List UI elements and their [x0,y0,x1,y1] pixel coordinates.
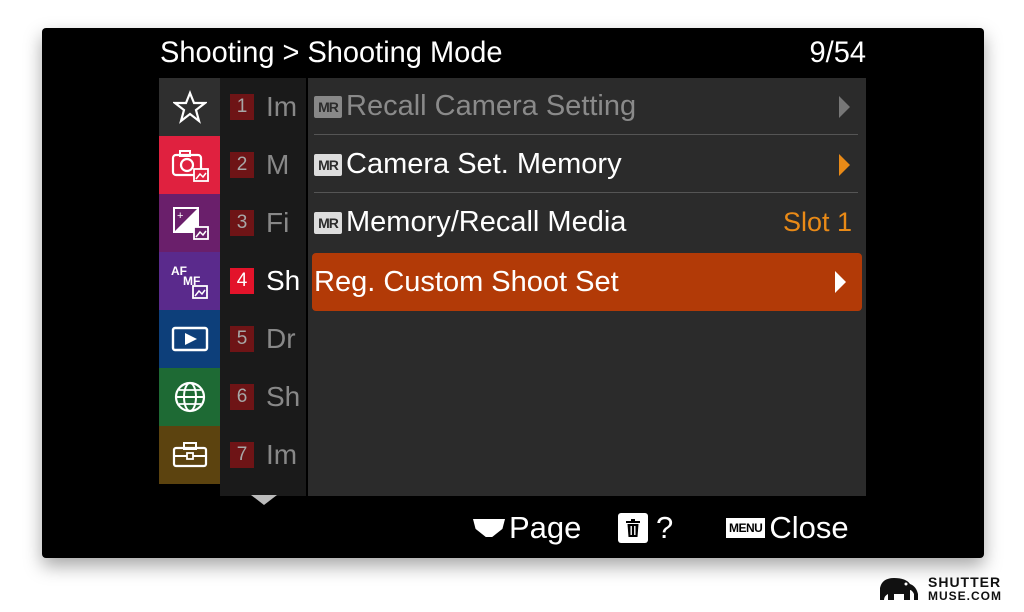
svg-text:+: + [177,210,183,222]
group-number: 3 [230,210,254,236]
group-label: Im [266,91,298,122]
tab-shooting[interactable] [159,136,220,194]
group-number: 5 [230,326,254,352]
watermark-text: SHUTTER MUSE.COM [928,575,1002,603]
mr-badge-icon: MR [314,153,342,176]
group-item[interactable]: 5 Dr [220,310,306,368]
button-guide: Page ? MENU Close [42,504,984,554]
menu-item-recall-camera-setting[interactable]: MR Recall Camera Setting [308,78,866,135]
tab-my-menu[interactable] [159,78,220,136]
close-guide[interactable]: MENU Close [726,510,849,546]
divider [314,134,858,135]
menu-header: Shooting > Shooting Mode 9/54 [160,28,866,79]
group-number: 6 [230,384,254,410]
page-label: Page [509,510,582,545]
group-label: Im [266,439,298,470]
help-label: ? [656,510,674,545]
tab-focus[interactable]: AF MF [159,252,220,310]
af-mf-icon: AF MF [171,264,208,299]
toolbox-icon [172,442,207,468]
globe-icon [174,381,205,413]
watermark-line1: SHUTTER [928,574,1002,590]
menu-list: MR Recall Camera Setting MR Camera Set. … [308,78,866,496]
breadcrumb-root: Shooting [160,36,275,69]
breadcrumb-separator: > [282,36,300,69]
menu-item-value: Slot 1 [782,207,852,237]
menu-item-label: Reg. Custom Shoot Set [314,265,619,298]
tab-network[interactable] [159,368,220,426]
mr-badge-icon: MR [314,95,342,118]
exposure-icon: + [172,207,209,240]
trash-icon [618,513,648,543]
group-item[interactable]: 1 Im [220,78,306,136]
control-wheel-icon [473,519,505,537]
mr-badge-icon: MR [314,211,342,234]
group-item[interactable]: 6 Sh [220,368,306,426]
tab-exposure[interactable]: + [159,194,220,252]
menu-item-label: Memory/Recall Media [346,206,627,238]
menu-key-icon: MENU [726,518,766,538]
group-number: 2 [230,152,254,178]
group-item-active[interactable]: 4 Sh [220,252,306,310]
group-label: Fi [266,207,290,238]
group-number: 1 [230,94,254,120]
group-label: M [266,149,290,180]
group-item[interactable]: 2 M [220,136,306,194]
help-guide[interactable]: ? [618,510,673,546]
camera-icon [171,150,209,182]
watermark: SHUTTER MUSE.COM [876,574,1002,604]
tab-setup[interactable] [159,426,220,484]
watermark-line2: MUSE.COM [928,589,1002,603]
group-number: 4 [230,268,254,294]
menu-item-label: Recall Camera Setting [346,90,637,122]
page-indicator: 9/54 [809,36,866,69]
chevron-right-icon [839,95,850,118]
camera-menu-screen: Shooting > Shooting Mode 9/54 + AF MF 1 … [42,28,984,558]
group-label: Dr [266,323,296,354]
menu-item-memory-recall-media[interactable]: MR Memory/Recall Media Slot 1 [308,194,866,251]
chevron-right-icon [839,153,850,176]
star-icon [172,90,207,124]
breadcrumb: Shooting > Shooting Mode [160,36,503,70]
group-label: Sh [266,265,301,296]
menu-item-reg-custom-shoot-set[interactable]: Reg. Custom Shoot Set [312,253,862,311]
divider [314,192,858,193]
chevron-right-icon [835,271,846,293]
menu-item-label: Camera Set. Memory [346,148,622,180]
breadcrumb-current: Shooting Mode [307,36,503,69]
playback-icon [171,326,208,352]
group-label: Sh [266,381,301,412]
group-list: 1 Im 2 M 3 Fi 4 Sh 5 Dr 6 Sh 7 Im [220,78,306,496]
close-label: Close [769,510,849,545]
menu-item-camera-set-memory[interactable]: MR Camera Set. Memory [308,136,866,193]
group-item[interactable]: 3 Fi [220,194,306,252]
category-tabs: + AF MF [159,78,220,496]
tab-playback[interactable] [159,310,220,368]
group-item[interactable]: 7 Im [220,426,306,484]
group-number: 7 [230,442,254,468]
elephant-logo-icon [880,578,918,600]
page-guide[interactable]: Page [473,510,581,546]
